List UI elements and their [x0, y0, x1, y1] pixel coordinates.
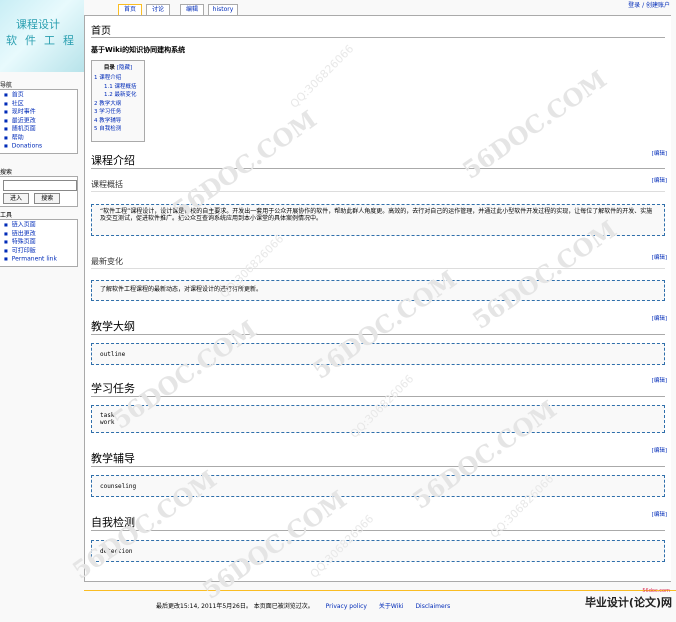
section-heading-tutoring: 教学辅导: [91, 452, 135, 465]
section-heading-tasks: 学习任务: [91, 382, 135, 395]
user-links[interactable]: 登录 / 创建账户: [628, 0, 670, 9]
selftest-code: detection: [91, 540, 665, 562]
title-divider: [91, 37, 665, 38]
search-input[interactable]: [3, 180, 77, 191]
section-heading-selftest: 自我检测: [91, 516, 135, 529]
toc-item[interactable]: 1.1 课程概括: [94, 83, 142, 92]
footer-lastmod: 最后更改15:14, 2011年5月26日。 本页面已被浏览过次。: [156, 603, 314, 610]
edit-link[interactable]: [编辑]: [652, 149, 667, 157]
logo-line1: 课程设计: [16, 18, 60, 31]
edit-link[interactable]: [编辑]: [652, 253, 667, 261]
toc-title: 目录: [103, 65, 115, 71]
section-heading-intro: 课程介绍: [91, 154, 135, 167]
disclaimer-link[interactable]: Disclaimers: [415, 603, 450, 610]
about-link[interactable]: 关于Wiki: [379, 603, 404, 610]
overview-text: “软件工程”课程设计，设计课是各校的自主要求。开发出一套用于公众开展协作的软件，…: [91, 204, 665, 236]
tools-item-printable[interactable]: 可打印版: [4, 247, 77, 256]
tools-item-special-pages[interactable]: 特殊页面: [4, 238, 77, 247]
nav-item-current-events[interactable]: 现时事件: [4, 108, 77, 117]
tab-main-page[interactable]: 首页: [118, 4, 142, 15]
site-logo[interactable]: 课程设计 软件工程: [0, 0, 84, 72]
subsection-divider: [91, 268, 665, 269]
edit-link[interactable]: [编辑]: [652, 446, 667, 454]
tasks-code: task work: [91, 405, 665, 433]
nav-item-donations[interactable]: Donations: [4, 142, 77, 151]
subsection-heading-overview: 课程概括: [91, 180, 123, 189]
search-title: 搜索: [0, 169, 13, 176]
edit-link[interactable]: [编辑]: [652, 176, 667, 184]
toc-item[interactable]: 3 学习任务: [94, 108, 142, 117]
tools-title: 工具: [0, 212, 13, 219]
privacy-link[interactable]: Privacy policy: [326, 603, 367, 610]
nav-title: 导航: [0, 82, 13, 89]
section-divider: [91, 334, 665, 335]
toc-item[interactable]: 2 教学大纲: [94, 100, 142, 109]
bottom-logo: 56doc.com 毕业设计(论文)网: [584, 588, 672, 610]
bottom-logo-name: 毕业设计(论文)网: [584, 596, 672, 609]
nav-item-community[interactable]: 社区: [4, 100, 77, 109]
tools-item-whatlinkshere[interactable]: 链入页面: [4, 221, 77, 230]
nav-item-random[interactable]: 随机页面: [4, 125, 77, 134]
bottom-logo-site: 56doc.com: [642, 588, 670, 594]
edit-link[interactable]: [编辑]: [652, 314, 667, 322]
section-divider: [91, 396, 665, 397]
tab-discussion[interactable]: 讨论: [146, 4, 170, 15]
nav-item-main[interactable]: 首页: [4, 91, 77, 100]
outline-code: outline: [91, 343, 665, 365]
subsection-heading-recent: 最新变化: [91, 257, 123, 266]
nav-item-help[interactable]: 帮助: [4, 134, 77, 143]
toc-item[interactable]: 1.2 最新变化: [94, 91, 142, 100]
task-line: task: [100, 412, 115, 419]
page-title: 首页: [91, 26, 111, 37]
tools-item-permanent-link[interactable]: Permanent link: [4, 255, 77, 264]
tutoring-code: counseling: [91, 475, 665, 497]
nav-portlet: 导航 首页 社区 现时事件 最近更改 随机页面 帮助 Donations: [0, 80, 78, 154]
edit-link[interactable]: [编辑]: [652, 510, 667, 518]
search-button[interactable]: 搜索: [34, 193, 61, 204]
table-of-contents: 目录 [隐藏] 1 课程介绍 1.1 课程概括 1.2 最新变化 2 教学大纲 …: [91, 60, 145, 142]
go-button[interactable]: 进入: [3, 193, 30, 204]
page-subtitle: 基于Wiki的知识协同建构系统: [91, 46, 186, 54]
section-divider: [91, 168, 665, 169]
logo-line2: 软件工程: [6, 34, 82, 47]
content-area: 首页 基于Wiki的知识协同建构系统 目录 [隐藏] 1 课程介绍 1.1 课程…: [84, 15, 671, 582]
section-heading-outline: 教学大纲: [91, 320, 135, 333]
recent-text: 了解软件工程课程的最新动态，对课程设计的进行有所更新。: [91, 280, 665, 301]
subsection-divider: [91, 191, 665, 192]
edit-link[interactable]: [编辑]: [652, 376, 667, 384]
tab-bar: 首页 讨论 编辑 history 登录 / 创建账户: [84, 0, 676, 15]
tab-history[interactable]: history: [208, 4, 238, 15]
toc-hide-link[interactable]: [隐藏]: [117, 65, 132, 71]
toc-item[interactable]: 5 自我检测: [94, 125, 142, 134]
tab-edit[interactable]: 编辑: [180, 4, 204, 15]
toc-item[interactable]: 1 课程介绍: [94, 74, 142, 83]
search-portlet: 搜索 进入 搜索: [0, 167, 78, 207]
nav-item-recent-changes[interactable]: 最近更改: [4, 117, 77, 126]
section-divider: [91, 466, 665, 467]
tools-item-related-changes[interactable]: 链出更改: [4, 230, 77, 239]
tools-portlet: 工具 链入页面 链出更改 特殊页面 可打印版 Permanent link: [0, 210, 78, 267]
toc-item[interactable]: 4 教学辅导: [94, 117, 142, 126]
section-divider: [91, 530, 665, 531]
task-line: work: [100, 419, 115, 426]
